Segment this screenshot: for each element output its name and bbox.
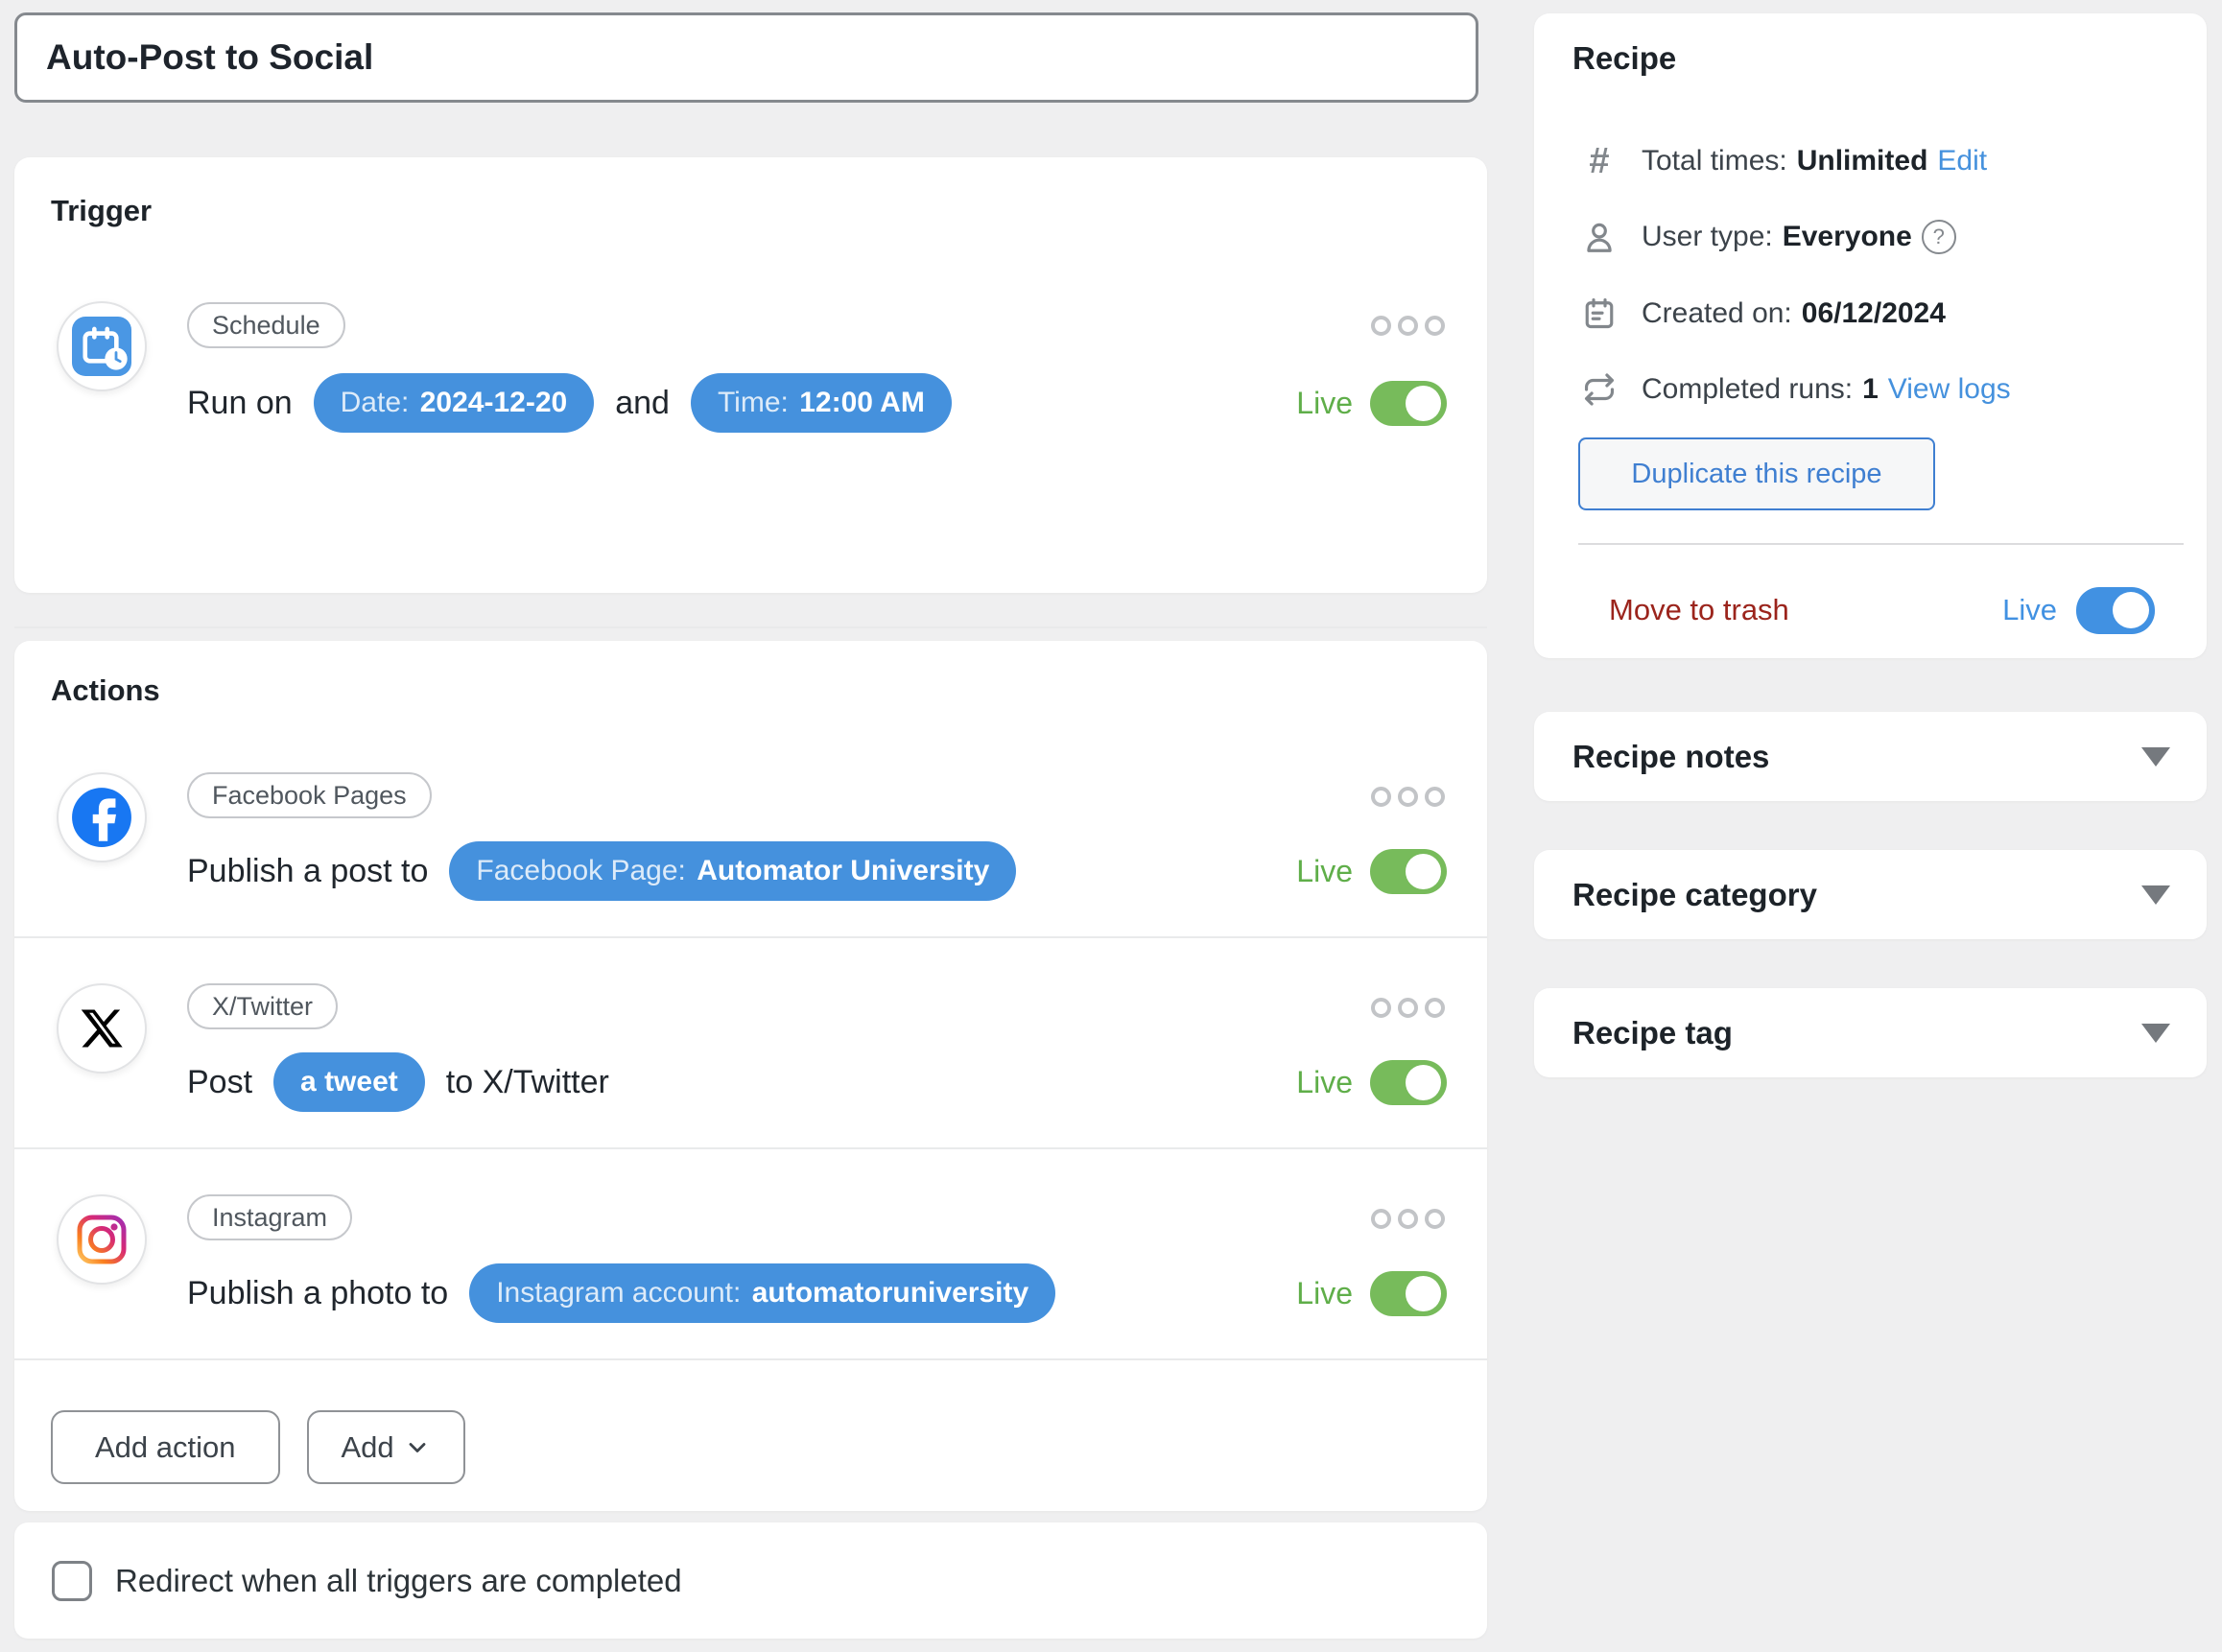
actions-panel: Actions Facebook Pages Publish a post to… xyxy=(14,641,1487,1511)
trigger-integration-badge[interactable]: Schedule xyxy=(187,302,345,348)
trigger-options-menu-icon[interactable] xyxy=(1371,316,1445,336)
redirect-label: Redirect when all triggers are completed xyxy=(115,1563,682,1599)
instagram-live-row: Live xyxy=(1296,1263,1447,1323)
facebook-sentence: Publish a post to Facebook Page: Automat… xyxy=(187,841,1037,901)
instagram-options-menu-icon[interactable] xyxy=(1371,1209,1445,1229)
trigger-live-toggle[interactable] xyxy=(1370,381,1447,426)
caret-down-icon xyxy=(2141,747,2170,767)
recipe-title-input[interactable] xyxy=(14,12,1478,103)
instagram-account-token[interactable]: Instagram account: automatoruniversity xyxy=(469,1263,1055,1323)
calendar-icon xyxy=(1578,296,1620,331)
meta-row-total-times: # Total times: Unlimited Edit xyxy=(1578,134,2178,188)
instagram-live-toggle[interactable] xyxy=(1370,1271,1447,1316)
recipe-notes-panel[interactable]: Recipe notes xyxy=(1534,712,2207,801)
x-twitter-options-menu-icon[interactable] xyxy=(1371,998,1445,1018)
schedule-calendar-icon xyxy=(72,317,131,376)
trigger-time-token[interactable]: Time: 12:00 AM xyxy=(691,373,952,433)
meta-row-created-on: Created on: 06/12/2024 xyxy=(1578,287,2178,341)
trigger-live-label: Live xyxy=(1296,386,1353,421)
facebook-options-menu-icon[interactable] xyxy=(1371,787,1445,807)
view-logs-link[interactable]: View logs xyxy=(1888,373,2011,406)
x-twitter-live-toggle[interactable] xyxy=(1370,1060,1447,1105)
facebook-icon xyxy=(57,772,147,862)
meta-row-completed-runs: Completed runs: 1 View logs xyxy=(1578,363,2178,416)
facebook-page-token[interactable]: Facebook Page: Automator University xyxy=(449,841,1016,901)
x-twitter-live-row: Live xyxy=(1296,1052,1447,1112)
action-row-x-twitter: X/Twitter Post a tweet to X/Twitter Live xyxy=(14,938,1487,1149)
recipe-live-label: Live xyxy=(2002,593,2057,627)
edit-total-times-link[interactable]: Edit xyxy=(1937,145,1987,177)
instagram-icon xyxy=(57,1194,147,1285)
actions-heading: Actions xyxy=(51,673,160,708)
add-dropdown-button[interactable]: Add xyxy=(307,1410,465,1484)
instagram-sentence: Publish a photo to Instagram account: au… xyxy=(187,1263,1076,1323)
recipe-summary-panel: Recipe # Total times: Unlimited Edit Use… xyxy=(1534,13,2207,658)
action-row-instagram: Instagram Publish a photo to Instagram a… xyxy=(14,1149,1487,1360)
recipe-tag-panel[interactable]: Recipe tag xyxy=(1534,988,2207,1077)
tweet-token[interactable]: a tweet xyxy=(273,1052,425,1112)
meta-row-user-type: User type: Everyone ? xyxy=(1578,210,2178,264)
add-action-button[interactable]: Add action xyxy=(51,1410,280,1484)
trigger-sentence-prefix: Run on xyxy=(187,385,293,422)
recipe-live-toggle[interactable] xyxy=(2076,587,2155,634)
schedule-step-icon xyxy=(57,301,147,391)
trigger-live-row: Live xyxy=(1296,373,1447,433)
actions-footer: Add action Add xyxy=(51,1410,465,1484)
help-icon[interactable]: ? xyxy=(1922,220,1956,254)
caret-down-icon xyxy=(2141,1024,2170,1043)
x-twitter-integration-badge[interactable]: X/Twitter xyxy=(187,983,338,1029)
move-to-trash-link[interactable]: Move to trash xyxy=(1609,593,1789,627)
instagram-integration-badge[interactable]: Instagram xyxy=(187,1194,352,1240)
repeat-icon xyxy=(1578,371,1620,408)
redirect-checkbox[interactable] xyxy=(52,1561,92,1601)
trigger-heading: Trigger xyxy=(51,194,152,228)
hash-icon: # xyxy=(1578,141,1620,182)
recipe-category-panel[interactable]: Recipe category xyxy=(1534,850,2207,939)
trigger-divider xyxy=(14,626,1487,628)
duplicate-recipe-button[interactable]: Duplicate this recipe xyxy=(1578,437,1935,510)
facebook-live-toggle[interactable] xyxy=(1370,849,1447,894)
chevron-down-icon xyxy=(404,1434,431,1461)
recipe-card-divider xyxy=(1578,543,2184,545)
redirect-panel: Redirect when all triggers are completed xyxy=(14,1522,1487,1639)
x-twitter-icon xyxy=(57,983,147,1074)
trigger-sentence: Run on Date: 2024-12-20 and Time: 12:00 … xyxy=(187,373,952,433)
trigger-date-token[interactable]: Date: 2024-12-20 xyxy=(314,373,595,433)
trigger-sentence-conjunction: and xyxy=(615,385,670,422)
recipe-status-row: Move to trash Live xyxy=(1609,579,2155,641)
user-icon xyxy=(1578,219,1620,255)
recipe-live-row: Live xyxy=(2002,587,2155,634)
action-row-facebook: Facebook Pages Publish a post to Faceboo… xyxy=(14,727,1487,938)
trigger-panel: Trigger Schedule Run on Date: 2024-12-20… xyxy=(14,157,1487,593)
caret-down-icon xyxy=(2141,885,2170,905)
recipe-heading: Recipe xyxy=(1572,40,1676,77)
facebook-live-row: Live xyxy=(1296,841,1447,901)
x-twitter-sentence: Post a tweet to X/Twitter xyxy=(187,1052,609,1112)
facebook-integration-badge[interactable]: Facebook Pages xyxy=(187,772,432,818)
